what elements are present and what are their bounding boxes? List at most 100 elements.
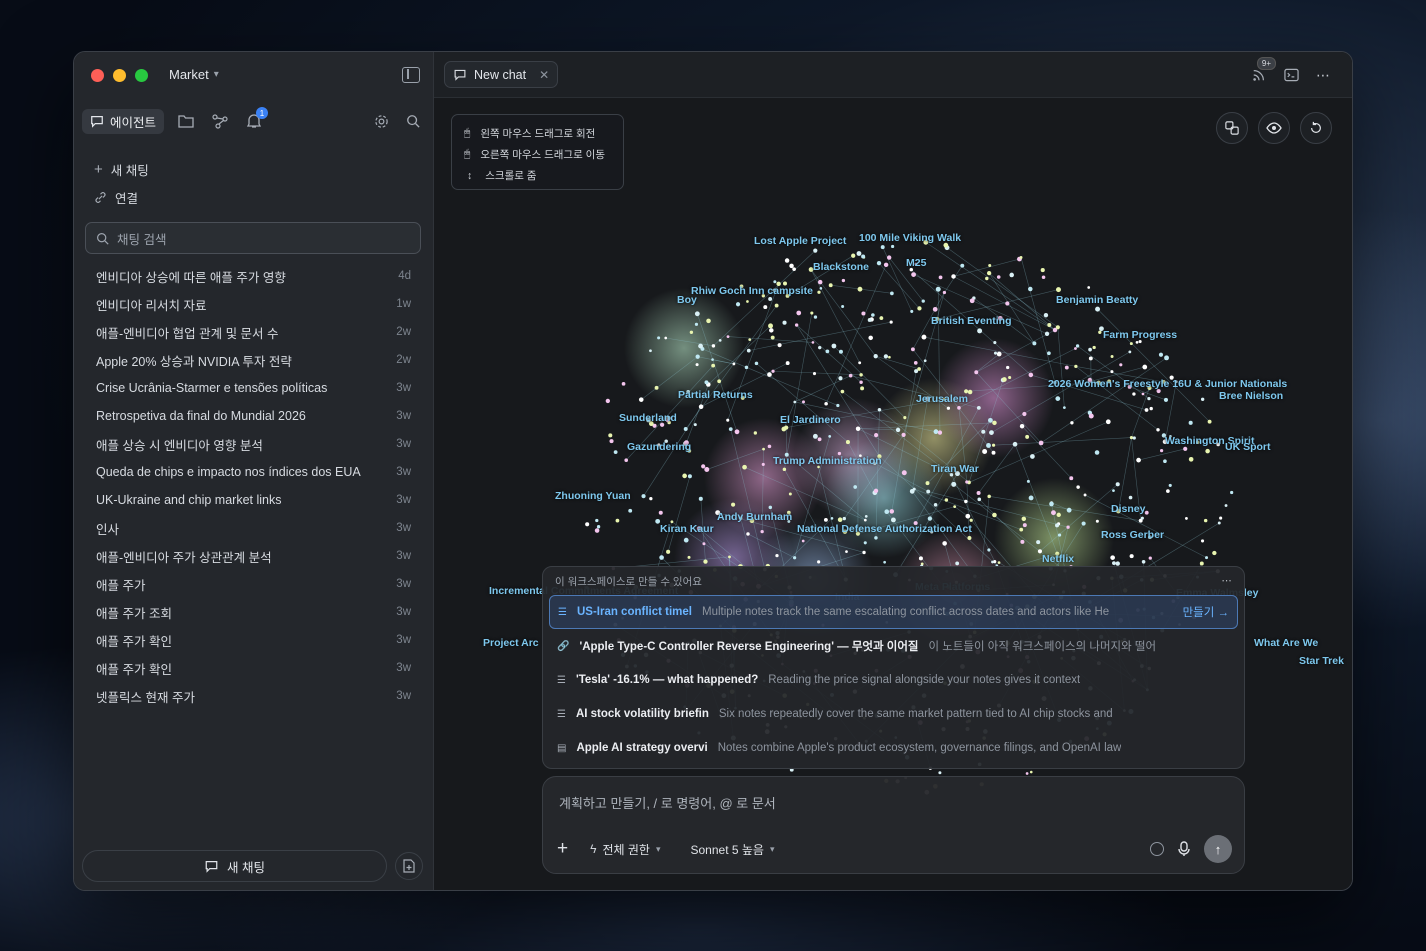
new-chat-action[interactable]: + 새 채팅 xyxy=(94,160,149,179)
connect-action[interactable]: 연결 xyxy=(94,188,138,207)
more-options-icon[interactable]: ⋯ xyxy=(1222,575,1233,587)
visibility-button[interactable] xyxy=(1258,112,1290,144)
graph-node-label[interactable]: Andy Burnham xyxy=(717,511,792,523)
graph-node-label[interactable]: 100 Mile Viking Walk xyxy=(859,232,961,244)
graph-node-label[interactable]: Rhiw Goch Inn campsite xyxy=(691,285,813,297)
graph-node-label[interactable]: 2026 Women's Freestyle 16U & Junior Nati… xyxy=(1048,378,1287,390)
suggestion-item[interactable]: 🔗 'Apple Type-C Controller Reverse Engine… xyxy=(543,629,1244,663)
graph-node-label[interactable]: Farm Progress xyxy=(1103,329,1177,341)
graph-node-label[interactable]: British Eventing xyxy=(931,315,1012,327)
graph-node-label[interactable]: Disney xyxy=(1111,503,1145,515)
microphone-icon[interactable] xyxy=(1178,841,1190,857)
folder-icon[interactable] xyxy=(174,109,198,133)
graph-node-label[interactable]: Partial Returns xyxy=(678,389,753,401)
permission-selector[interactable]: ϟ 전체 권한 ▾ xyxy=(582,837,668,862)
chat-list-item[interactable]: Queda de chips e impacto nos índices dos… xyxy=(84,458,423,486)
graph-node-label[interactable]: Zhuoning Yuan xyxy=(555,490,631,502)
chat-list-item[interactable]: 애플 주가 확인 3w xyxy=(84,626,423,654)
new-document-icon[interactable] xyxy=(395,852,423,880)
new-chat-button[interactable]: 새 채팅 xyxy=(82,850,387,882)
chat-title: Apple 20% 상승과 NVIDIA 투자 전략 xyxy=(96,354,292,369)
chat-list-item[interactable]: 인사 3w xyxy=(84,514,423,542)
search-icon xyxy=(97,232,109,245)
graph-node-label[interactable]: M25 xyxy=(906,257,926,269)
close-tab-icon[interactable]: ✕ xyxy=(539,68,549,82)
graph-node-label[interactable]: Ross Gerber xyxy=(1101,529,1164,541)
chat-list-item[interactable]: 애플 주가 3w xyxy=(84,570,423,598)
graph-node-label[interactable]: Benjamin Beatty xyxy=(1056,294,1138,306)
chat-title: 애플 주가 확인 xyxy=(96,662,172,677)
graph-node-label[interactable]: Sunderland xyxy=(619,412,677,424)
search-icon[interactable] xyxy=(401,109,425,133)
model-selector[interactable]: Sonnet 5 높음 ▾ xyxy=(683,837,783,862)
chat-title: 애플 주가 xyxy=(96,578,146,593)
tab-new-chat[interactable]: New chat ✕ xyxy=(444,61,559,88)
graph-node-label[interactable]: National Defense Authorization Act xyxy=(797,523,972,535)
chat-list-item[interactable]: 엔비디아 상승에 따른 애플 주가 영향 4d xyxy=(84,262,423,290)
graph-node-label[interactable]: El Jardinero xyxy=(780,414,841,426)
chat-list-item[interactable]: 애플 상승 시 엔비디아 영향 분석 3w xyxy=(84,430,423,458)
rss-feed-icon[interactable]: 9+ xyxy=(1250,57,1276,84)
graph-node-label[interactable]: UK Sport xyxy=(1225,441,1271,453)
graph-node-label[interactable]: Blackstone xyxy=(813,261,869,273)
more-options-icon[interactable]: ⋯ xyxy=(1314,66,1332,84)
tab-agent[interactable]: 에이전트 xyxy=(82,108,165,134)
chat-search-input[interactable]: 채팅 검색 xyxy=(85,222,421,254)
graph-node-label[interactable]: Lost Apple Project xyxy=(754,235,846,247)
minimize-window-button[interactable] xyxy=(113,69,126,82)
chat-composer[interactable]: 계획하고 만들기, / 로 명령어, @ 로 문서 + ϟ 전체 권한 ▾ So… xyxy=(542,776,1245,874)
chat-list-item[interactable]: Retrospetiva da final do Mundial 2026 3w xyxy=(84,402,423,430)
graph-node-label[interactable]: Kiran Kaur xyxy=(660,523,714,535)
chat-title: 애플 주가 조회 xyxy=(96,606,172,621)
chat-title: 엔비디아 리서치 자료 xyxy=(96,298,207,313)
graph-icon[interactable] xyxy=(208,109,232,133)
chat-list-item[interactable]: 애플-엔비디아 주가 상관관계 분석 3w xyxy=(84,542,423,570)
maximize-window-button[interactable] xyxy=(135,69,148,82)
chat-title: Retrospetiva da final do Mundial 2026 xyxy=(96,409,306,423)
gear-icon[interactable] xyxy=(369,109,393,133)
graph-node-label[interactable]: Netflix xyxy=(1042,553,1074,565)
bell-icon[interactable]: 1 xyxy=(242,107,269,133)
reset-view-button[interactable] xyxy=(1300,112,1332,144)
suggestion-item[interactable]: ☰ US-Iran conflict timel Multiple notes tr… xyxy=(549,595,1238,629)
chat-list-item[interactable]: 넷플릭스 현재 주가 3w xyxy=(84,682,423,710)
chat-list-item[interactable]: 애플 주가 확인 3w xyxy=(84,654,423,682)
sidebar-toggle-icon[interactable] xyxy=(402,67,420,83)
graph-node-label[interactable]: What Are We xyxy=(1254,637,1318,649)
chat-list-item[interactable]: Crise Ucrânia-Starmer e tensões política… xyxy=(84,374,423,402)
close-window-button[interactable] xyxy=(91,69,104,82)
chat-title: 애플 상승 시 엔비디아 영향 분석 xyxy=(96,438,263,453)
chat-bubble-icon xyxy=(454,69,466,81)
graph-node-label[interactable]: Gazundering xyxy=(627,441,691,453)
chat-list-item[interactable]: 애플-엔비디아 협업 관계 및 문서 수 2w xyxy=(84,318,423,346)
graph-node-label[interactable]: Project Arc xyxy=(483,637,539,649)
suggestion-item[interactable]: ▤ Apple AI strategy overvi Notes combine A… xyxy=(543,731,1244,765)
knowledge-graph[interactable]: Lost Apple Project 100 Mile Viking Walk Bl… xyxy=(434,98,1352,890)
graph-node-label[interactable]: Tiran War xyxy=(931,463,979,475)
link-icon xyxy=(95,192,106,203)
layout-toggle-button[interactable] xyxy=(1216,112,1248,144)
chat-title: UK-Ukraine and chip market links xyxy=(96,493,282,507)
suggestion-item[interactable]: ☰ AI stock volatility briefin Six notes re… xyxy=(543,697,1244,731)
composer-placeholder[interactable]: 계획하고 만들기, / 로 명령어, @ 로 문서 xyxy=(559,793,776,812)
chat-list-item[interactable]: 애플 주가 조회 3w xyxy=(84,598,423,626)
graph-node-label[interactable]: Trump Administration xyxy=(773,455,882,467)
add-attachment-icon[interactable]: + xyxy=(557,838,568,860)
graph-node-label[interactable]: Boy xyxy=(677,294,697,306)
model-label: Sonnet 5 높음 xyxy=(690,842,764,857)
chat-list-item[interactable]: 엔비디아 리서치 자료 1w xyxy=(84,290,423,318)
graph-node-label[interactable]: Jerusalem xyxy=(916,393,968,405)
send-button[interactable]: ↑ xyxy=(1204,835,1232,863)
chat-age: 3w xyxy=(396,662,411,674)
list-icon: ☰ xyxy=(557,674,566,686)
graph-node-label[interactable]: Bree Nielson xyxy=(1219,390,1283,402)
suggestion-description: Multiple notes track the same escalating… xyxy=(702,606,1110,618)
chat-list-item[interactable]: UK-Ukraine and chip market links 3w xyxy=(84,486,423,514)
chat-list-item[interactable]: Apple 20% 상승과 NVIDIA 투자 전략 2w xyxy=(84,346,423,374)
terminal-icon[interactable] xyxy=(1282,66,1300,84)
make-button[interactable]: 만들기 → xyxy=(1183,604,1229,620)
graph-node-label[interactable]: Star Trek xyxy=(1299,655,1344,667)
suggestion-item[interactable]: ☰ 'Tesla' -16.1% — what happened? Reading … xyxy=(543,663,1244,697)
search-placeholder: 채팅 검색 xyxy=(117,232,167,247)
workspace-switcher[interactable]: Market ▾ xyxy=(169,67,219,82)
